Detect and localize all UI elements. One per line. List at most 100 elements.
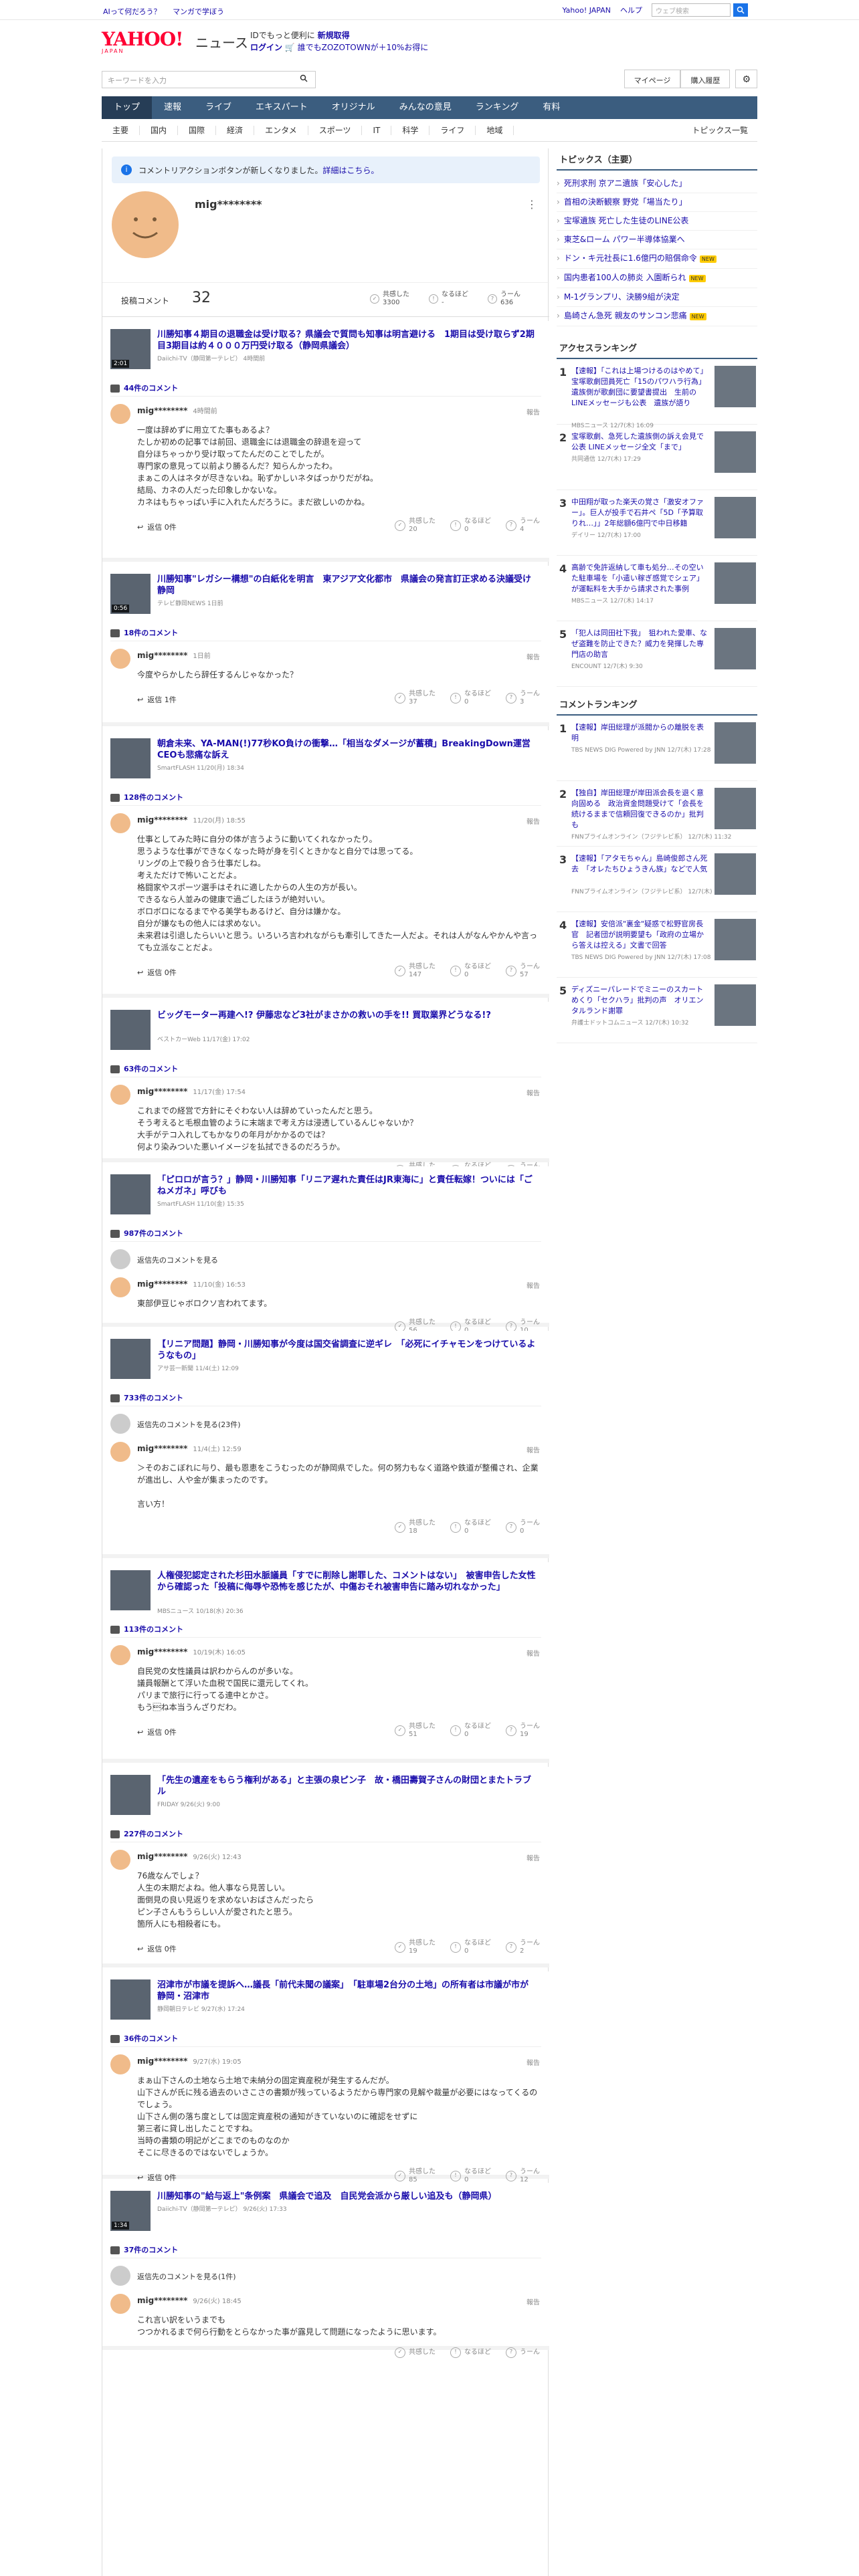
ranking-item[interactable]: 2 【独自】岸田総理が岸田派会長を退く意向固める 政治資金問題受けて「会長を続ける… [557,781,757,847]
reaction-uun-button[interactable]: ? うーん [506,2347,540,2358]
main-nav-item[interactable]: みんなの意見 [387,96,464,119]
article-thumbnail[interactable] [110,1339,151,1379]
article-header[interactable]: 1:34 川勝知事の"給与返上"条例案 県議会で追及 自民党会派から厳しい追及も（… [110,2191,541,2232]
ranking-item[interactable]: 5 ディズニーパレードでミニーのスカートめくり「セクハラ」批判の声 オリエンタルラ… [557,978,757,1043]
article-thumbnail[interactable] [110,1775,151,1815]
comment-count-link[interactable]: 113件のコメント [110,1624,183,1634]
reply-button[interactable]: ↩返信 1件 [137,694,177,705]
ranking-thumbnail[interactable] [714,788,756,829]
category-nav-item[interactable]: 地域 [476,125,514,135]
reaction-hmm-button[interactable]: !なるほど0 [450,2168,491,2184]
ranking-title[interactable]: 高齢で免許返納して車も処分…その空いた駐車場を「小遣い稼ぎ感覚でシェア」が運転料… [571,562,709,595]
comment-count-link[interactable]: 128件のコメント [110,792,183,802]
comment-count-link[interactable]: 733件のコメント [110,1392,183,1403]
article-title-link[interactable]: 沼津市が市議を提訴へ…議長「前代未聞の議案」 「駐車場2台分の土地」の所有者は市… [157,1979,539,2002]
category-nav-item[interactable]: 経済 [216,125,255,135]
topics-list-link[interactable]: トピックス一覧 [692,124,757,136]
comment-count-link[interactable]: 63件のコメント [110,1063,178,1074]
reply-button[interactable]: ↩ 返信 0件 [137,2172,177,2183]
report-link[interactable]: 報告 [527,1852,540,1862]
reaction-hmm-button[interactable]: !なるほど0 [450,963,491,979]
ranking-title[interactable]: 「犯人は同田社下我」 狙われた愛車、なぜ盗難を防止できた？威力を発揮した専門店の… [571,628,709,660]
help-link[interactable]: ヘルプ [620,5,642,15]
reaction-hmm-button[interactable]: !なるほど0 [450,518,491,534]
article-title-link[interactable]: 朝倉未来、YA-MAN(!)77秒KO負けの衝撃…「相当なダメージが蓄積」Bre… [157,738,539,761]
topic-item[interactable]: › 首相の決断観察 野党「場当たり」 [557,193,757,212]
ranking-title[interactable]: 宝塚歌劇、急死した遺族側の訴え会見で公表 LINEメッセージ全文「まで」 [571,431,709,453]
show-parent-comment-link[interactable]: 返信先のコメントを見る(23件) [137,1419,241,1430]
category-nav-item[interactable]: エンタメ [254,125,308,135]
category-nav-item[interactable]: 科学 [391,125,430,135]
reaction-hmm-button[interactable]: ! なるほど [450,2347,491,2358]
report-link[interactable]: 報告 [527,651,540,661]
ai-link[interactable]: AIって何だろう？ [103,7,161,16]
ranking-title[interactable]: 中田翔が取った楽天の覚さ「激安オファー」。巨人が投手で石井ペ「5D「予算取りれ…… [571,497,709,529]
reaction-uun-button[interactable]: ? うーん 2 [506,1939,540,1955]
article-title-link[interactable]: 川勝知事の"給与返上"条例案 県議会で追及 自民党会派から厳しい追及も（静岡県） [157,2191,539,2202]
comment-count-link[interactable]: 987件のコメント [110,1228,183,1239]
report-link[interactable]: 報告 [527,1444,540,1455]
reaction-agree-button[interactable]: ✓ 共感した 19 [395,1939,436,1955]
article-title-link[interactable]: 「ピロロが言う？」静岡・川勝知事「リニア遅れた責任はJR東海に」と責任転嫁！つい… [157,1174,539,1197]
report-link[interactable]: 報告 [527,1087,540,1097]
ranking-thumbnail[interactable] [714,628,756,669]
reaction-agree-button[interactable]: ✓ 共感した 18 [395,1519,436,1535]
ranking-item[interactable]: 5 「犯人は同田社下我」 狙われた愛車、なぜ盗難を防止できた？威力を発揮した専門店… [557,621,757,687]
main-nav-item[interactable]: 速報 [152,96,193,119]
reaction-hmm-button[interactable]: !なるほど0 [450,690,491,706]
reaction-agree-button[interactable]: ✓ 共感した [395,2347,436,2358]
article-header[interactable]: 沼津市が市議を提訴へ…議長「前代未聞の議案」 「駐車場2台分の土地」の所有者は市… [110,1979,541,2021]
reaction-agree-button[interactable]: ✓ 共感した 147 [395,963,436,979]
main-nav-item[interactable]: ランキング [464,96,531,119]
ranking-item[interactable]: 3 中田翔が取った楽天の覚さ「激安オファー」。巨人が投手で石井ペ「5D「予算取りれ… [557,490,757,556]
category-nav-item[interactable]: 国際 [178,125,217,135]
ranking-thumbnail[interactable] [714,853,756,895]
ranking-item[interactable]: 2 宝塚歌劇、急死した遺族側の訴え会見で公表 LINEメッセージ全文「まで」 共同通… [557,425,757,490]
article-thumbnail[interactable] [110,1010,151,1050]
yahoo-japan-link[interactable]: Yahoo! JAPAN [562,6,611,15]
report-link[interactable]: 報告 [527,1648,540,1658]
article-thumbnail[interactable]: 1:34 [110,2191,151,2231]
mypage-button[interactable]: マイページ [624,70,681,88]
show-parent-comment-link[interactable]: 返信先のコメントを見る [137,1255,218,1265]
ranking-item[interactable]: 1 【速報】岸田総理が派閥からの離脱を表明 TBS NEWS DIG Powered… [557,716,757,781]
reaction-hmm-button[interactable]: !なるほど0 [450,1723,491,1739]
more-menu-icon[interactable]: ⋮ [527,198,537,211]
article-header[interactable]: 「ピロロが言う？」静岡・川勝知事「リニア遅れた責任はJR東海に」と責任転嫁！つい… [110,1174,541,1216]
reaction-uun-button[interactable]: ? うーん 3 [506,690,540,706]
reaction-uun-button[interactable]: ? うーん 0 [506,1519,540,1535]
login-link[interactable]: ログイン [250,43,282,52]
keyword-search-button[interactable] [300,74,308,85]
reaction-uun-button[interactable]: ? うーん 57 [506,963,540,979]
ranking-thumbnail[interactable] [714,722,756,764]
article-thumbnail[interactable]: 0:56 [110,574,151,614]
article-title-link[interactable]: ビッグモーター再建へ!? 伊藤忠など3社がまさかの救いの手を!! 買取業界どうな… [157,1010,539,1021]
article-header[interactable]: 朝倉未来、YA-MAN(!)77秒KO負けの衝撃…「相当なダメージが蓄積」Bre… [110,738,541,780]
comment-count-link[interactable]: 37件のコメント [110,2244,178,2255]
topic-item[interactable]: › 宝塚遺族 死亡した生徒のLINE公表 [557,212,757,231]
ranking-title[interactable]: 【速報】安倍派"裏金"疑惑で松野官房長官 記者団が説明要望も「政府の立場から答え… [571,919,709,951]
reaction-hmm-button[interactable]: !なるほど0 [450,1519,491,1535]
ranking-thumbnail[interactable] [714,497,756,538]
purchase-history-button[interactable]: 購入履歴 [680,70,731,88]
report-link[interactable]: 報告 [527,407,540,417]
ranking-thumbnail[interactable] [714,366,756,407]
ranking-item[interactable]: 3 【速報】「アタモちゃん」島崎俊郎さん死去 「オレたちひょうきん族」などで人気 F… [557,847,757,912]
article-header[interactable]: 0:56 川勝知事"レガシー構想"の白紙化を明言 東アジア文化都市 県議会の発言訂… [110,574,541,615]
reaction-agree-button[interactable]: ✓ 共感した 37 [395,690,436,706]
article-title-link[interactable]: 【リニア問題】静岡・川勝知事が今度は国交省調査に逆ギレ 「必死にイチャモンをつけ… [157,1339,539,1362]
reply-button[interactable]: ↩ 返信 0件 [137,1943,177,1954]
article-header[interactable]: ビッグモーター再建へ!? 伊藤忠など3社がまさかの救いの手を!! 買取業界どうな… [110,1010,541,1051]
report-link[interactable]: 報告 [527,816,540,826]
settings-button[interactable]: ⚙ [735,70,757,88]
category-nav-item[interactable]: ライフ [430,125,476,135]
ranking-title[interactable]: ディズニーパレードでミニーのスカートめくり「セクハラ」批判の声 オリエンタルラン… [571,984,709,1016]
article-thumbnail[interactable] [110,738,151,778]
category-nav-item[interactable]: IT [362,125,392,135]
article-header[interactable]: 【リニア問題】静岡・川勝知事が今度は国交省調査に逆ギレ 「必死にイチャモンをつけ… [110,1339,541,1380]
reaction-agree-button[interactable]: ✓ 共感した 85 [395,2168,436,2184]
report-link[interactable]: 報告 [527,1280,540,1290]
report-link[interactable]: 報告 [527,2296,540,2306]
topic-item[interactable]: › 東芝&ローム パワー半導体協業へ [557,231,757,249]
comment-count-link[interactable]: 18件のコメント [110,627,178,638]
